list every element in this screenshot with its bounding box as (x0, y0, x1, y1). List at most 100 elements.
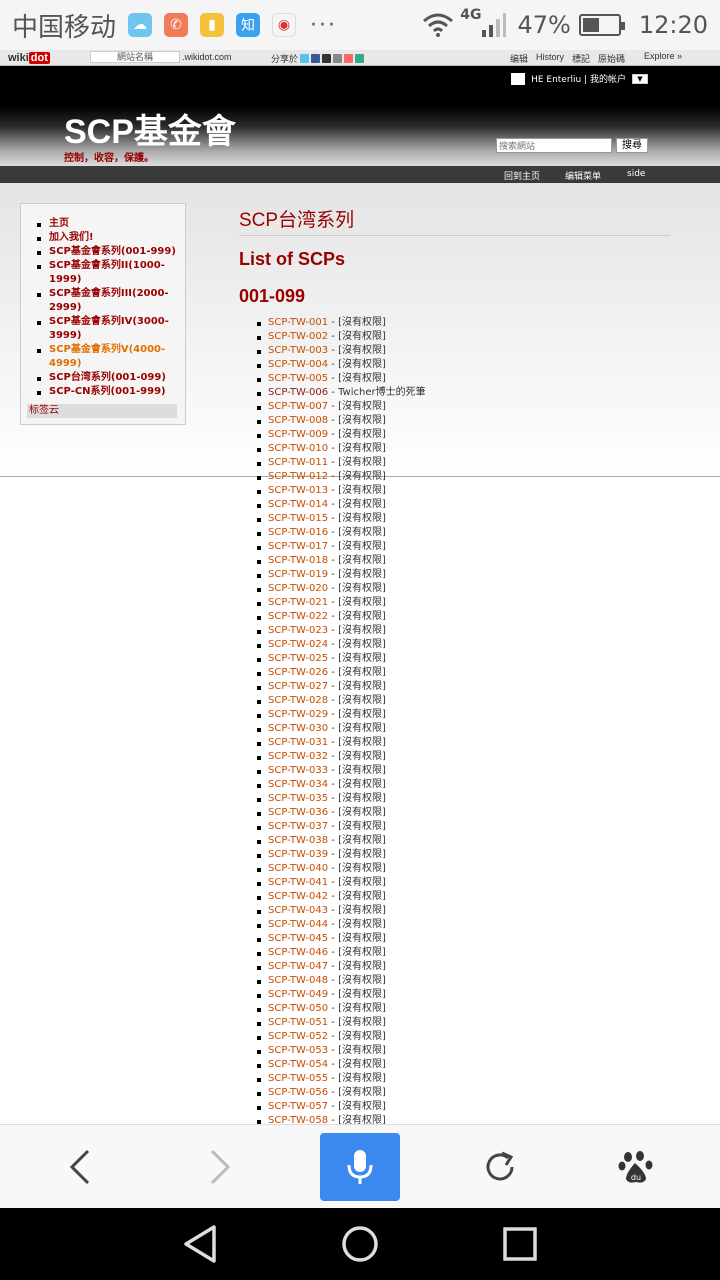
twitter-share-icon[interactable] (300, 54, 310, 63)
scp-entry-link[interactable]: SCP-TW-054 (268, 1059, 328, 1070)
scp-entry-link[interactable]: SCP-TW-022 (268, 611, 328, 622)
system-back-button[interactable] (160, 1208, 240, 1280)
scp-entry-link[interactable]: SCP-TW-029 (268, 709, 328, 720)
scp-entry-link[interactable]: SCP-TW-034 (268, 779, 328, 790)
back-button[interactable] (40, 1125, 120, 1209)
scp-entry-link[interactable]: SCP-TW-038 (268, 835, 328, 846)
scp-entry-link[interactable]: SCP-TW-032 (268, 751, 328, 762)
scp-entry-link[interactable]: SCP-TW-049 (268, 989, 328, 1000)
wikidot-logo[interactable]: wiki dot (8, 51, 50, 64)
sidebar-item[interactable]: SCP基金會系列III(2000-2999) (35, 287, 183, 315)
scp-entry-link[interactable]: SCP-TW-031 (268, 737, 328, 748)
scp-entry-link[interactable]: SCP-TW-058 (268, 1115, 328, 1124)
scp-entry-link[interactable]: SCP-TW-044 (268, 919, 328, 930)
sidebar-item[interactable]: SCP基金會系列(001-999) (35, 245, 183, 259)
scp-entry-link[interactable]: SCP-TW-037 (268, 821, 328, 832)
scp-entry-link[interactable]: SCP-TW-041 (268, 877, 328, 888)
sidebar-item[interactable]: SCP基金會系列II(1000-1999) (35, 259, 183, 287)
scp-entry-link[interactable]: SCP-TW-033 (268, 765, 328, 776)
account-label[interactable]: HE Enterliu | 我的帐户 (531, 72, 626, 85)
scp-entry-link[interactable]: SCP-TW-040 (268, 863, 328, 874)
scp-entry-link[interactable]: SCP-TW-036 (268, 807, 328, 818)
scp-entry-link[interactable]: SCP-TW-056 (268, 1087, 328, 1098)
facebook-share-icon[interactable] (311, 54, 321, 63)
edit-link[interactable]: 编辑 (510, 52, 528, 65)
baidu-button[interactable]: du (596, 1125, 676, 1209)
sidebar-item[interactable]: SCP台湾系列(001-099) (35, 371, 183, 385)
scp-entry-link[interactable]: SCP-TW-048 (268, 975, 328, 986)
sidebar-item[interactable]: SCP基金會系列V(4000-4999) (35, 343, 183, 371)
scp-entry-link[interactable]: SCP-TW-017 (268, 541, 328, 552)
scp-entry-link[interactable]: SCP-TW-010 (268, 443, 328, 454)
reddit-share-icon[interactable] (344, 54, 354, 63)
sidebar-item[interactable]: 加入我们! (35, 231, 183, 245)
account-menu[interactable]: HE Enterliu | 我的帐户 ▼ (511, 72, 648, 85)
scp-entry-link[interactable]: SCP-TW-046 (268, 947, 328, 958)
search-button[interactable]: 搜尋 (616, 138, 648, 153)
scp-entry-link[interactable]: SCP-TW-011 (268, 457, 328, 468)
sidebar-item[interactable]: SCP基金會系列IV(3000-3999) (35, 315, 183, 343)
history-link[interactable]: History (536, 52, 564, 65)
scp-entry-link[interactable]: SCP-TW-053 (268, 1045, 328, 1056)
scp-entry-link[interactable]: SCP-TW-001 (268, 317, 328, 328)
scp-entry-link[interactable]: SCP-TW-025 (268, 653, 328, 664)
scp-entry-link[interactable]: SCP-TW-045 (268, 933, 328, 944)
scp-entry-link[interactable]: SCP-TW-057 (268, 1101, 328, 1112)
scp-entry-link[interactable]: SCP-TW-051 (268, 1017, 328, 1028)
scp-entry-link[interactable]: SCP-TW-019 (268, 569, 328, 580)
scp-entry-link[interactable]: SCP-TW-047 (268, 961, 328, 972)
scp-entry-link[interactable]: SCP-TW-027 (268, 681, 328, 692)
scp-entry-link[interactable]: SCP-TW-052 (268, 1031, 328, 1042)
site-title[interactable]: SCP基金會 (64, 104, 236, 153)
scp-entry-link[interactable]: SCP-TW-021 (268, 597, 328, 608)
scp-entry-link[interactable]: SCP-TW-016 (268, 527, 328, 538)
voice-search-button[interactable] (320, 1133, 400, 1201)
refresh-button[interactable] (460, 1125, 540, 1209)
scp-entry-link[interactable]: SCP-TW-007 (268, 401, 328, 412)
scp-entry-link[interactable]: SCP-TW-014 (268, 499, 328, 510)
delicious-share-icon[interactable] (322, 54, 332, 63)
site-name-input[interactable]: 網站名稱 (90, 51, 180, 63)
scp-entry-link[interactable]: SCP-TW-055 (268, 1073, 328, 1084)
scp-entry-link[interactable]: SCP-TW-006 (268, 387, 328, 398)
scp-entry-link[interactable]: SCP-TW-026 (268, 667, 328, 678)
scp-entry-link[interactable]: SCP-TW-009 (268, 429, 328, 440)
system-recents-button[interactable] (480, 1208, 560, 1280)
scp-entry-link[interactable]: SCP-TW-035 (268, 793, 328, 804)
scp-entry-link[interactable]: SCP-TW-002 (268, 331, 328, 342)
forward-button[interactable] (180, 1125, 260, 1209)
sidebar-item[interactable]: 主页 (35, 217, 183, 231)
nav-side-link[interactable]: side (627, 169, 645, 179)
web-page[interactable]: wiki dot 網站名稱 .wikidot.com 分享於 编辑 History… (0, 50, 720, 1124)
scp-entry-link[interactable]: SCP-TW-042 (268, 891, 328, 902)
tags-link[interactable]: 標記 (572, 52, 590, 65)
scp-entry-link[interactable]: SCP-TW-004 (268, 359, 328, 370)
scp-entry-link[interactable]: SCP-TW-013 (268, 485, 328, 496)
digg-share-icon[interactable] (333, 54, 343, 63)
sidebar-item[interactable]: SCP-CN系列(001-999) (35, 385, 183, 399)
scp-entry-link[interactable]: SCP-TW-012 (268, 471, 328, 482)
tag-cloud-link[interactable]: 标签云 (27, 404, 177, 418)
scp-entry-link[interactable]: SCP-TW-008 (268, 415, 328, 426)
scp-entry-link[interactable]: SCP-TW-028 (268, 695, 328, 706)
scp-entry-link[interactable]: SCP-TW-003 (268, 345, 328, 356)
scp-entry-link[interactable]: SCP-TW-018 (268, 555, 328, 566)
scp-entry-link[interactable]: SCP-TW-015 (268, 513, 328, 524)
scp-entry-link[interactable]: SCP-TW-005 (268, 373, 328, 384)
clock: 12:20 (638, 11, 708, 39)
search-input[interactable] (496, 138, 612, 153)
scp-entry-link[interactable]: SCP-TW-030 (268, 723, 328, 734)
explore-link[interactable]: Explore » (644, 51, 682, 61)
stumbleupon-share-icon[interactable] (355, 54, 365, 63)
scp-entry-link[interactable]: SCP-TW-020 (268, 583, 328, 594)
scp-entry-link[interactable]: SCP-TW-050 (268, 1003, 328, 1014)
scp-entry-link[interactable]: SCP-TW-024 (268, 639, 328, 650)
system-home-button[interactable] (320, 1208, 400, 1280)
scp-entry-link[interactable]: SCP-TW-039 (268, 849, 328, 860)
nav-home-link[interactable]: 回到主页 (504, 169, 540, 182)
scp-entry-link[interactable]: SCP-TW-023 (268, 625, 328, 636)
scp-entry-link[interactable]: SCP-TW-043 (268, 905, 328, 916)
account-dropdown-icon[interactable]: ▼ (632, 73, 648, 84)
nav-edit-menu-link[interactable]: 编辑菜单 (565, 169, 601, 182)
source-link[interactable]: 原始碼 (598, 52, 625, 65)
